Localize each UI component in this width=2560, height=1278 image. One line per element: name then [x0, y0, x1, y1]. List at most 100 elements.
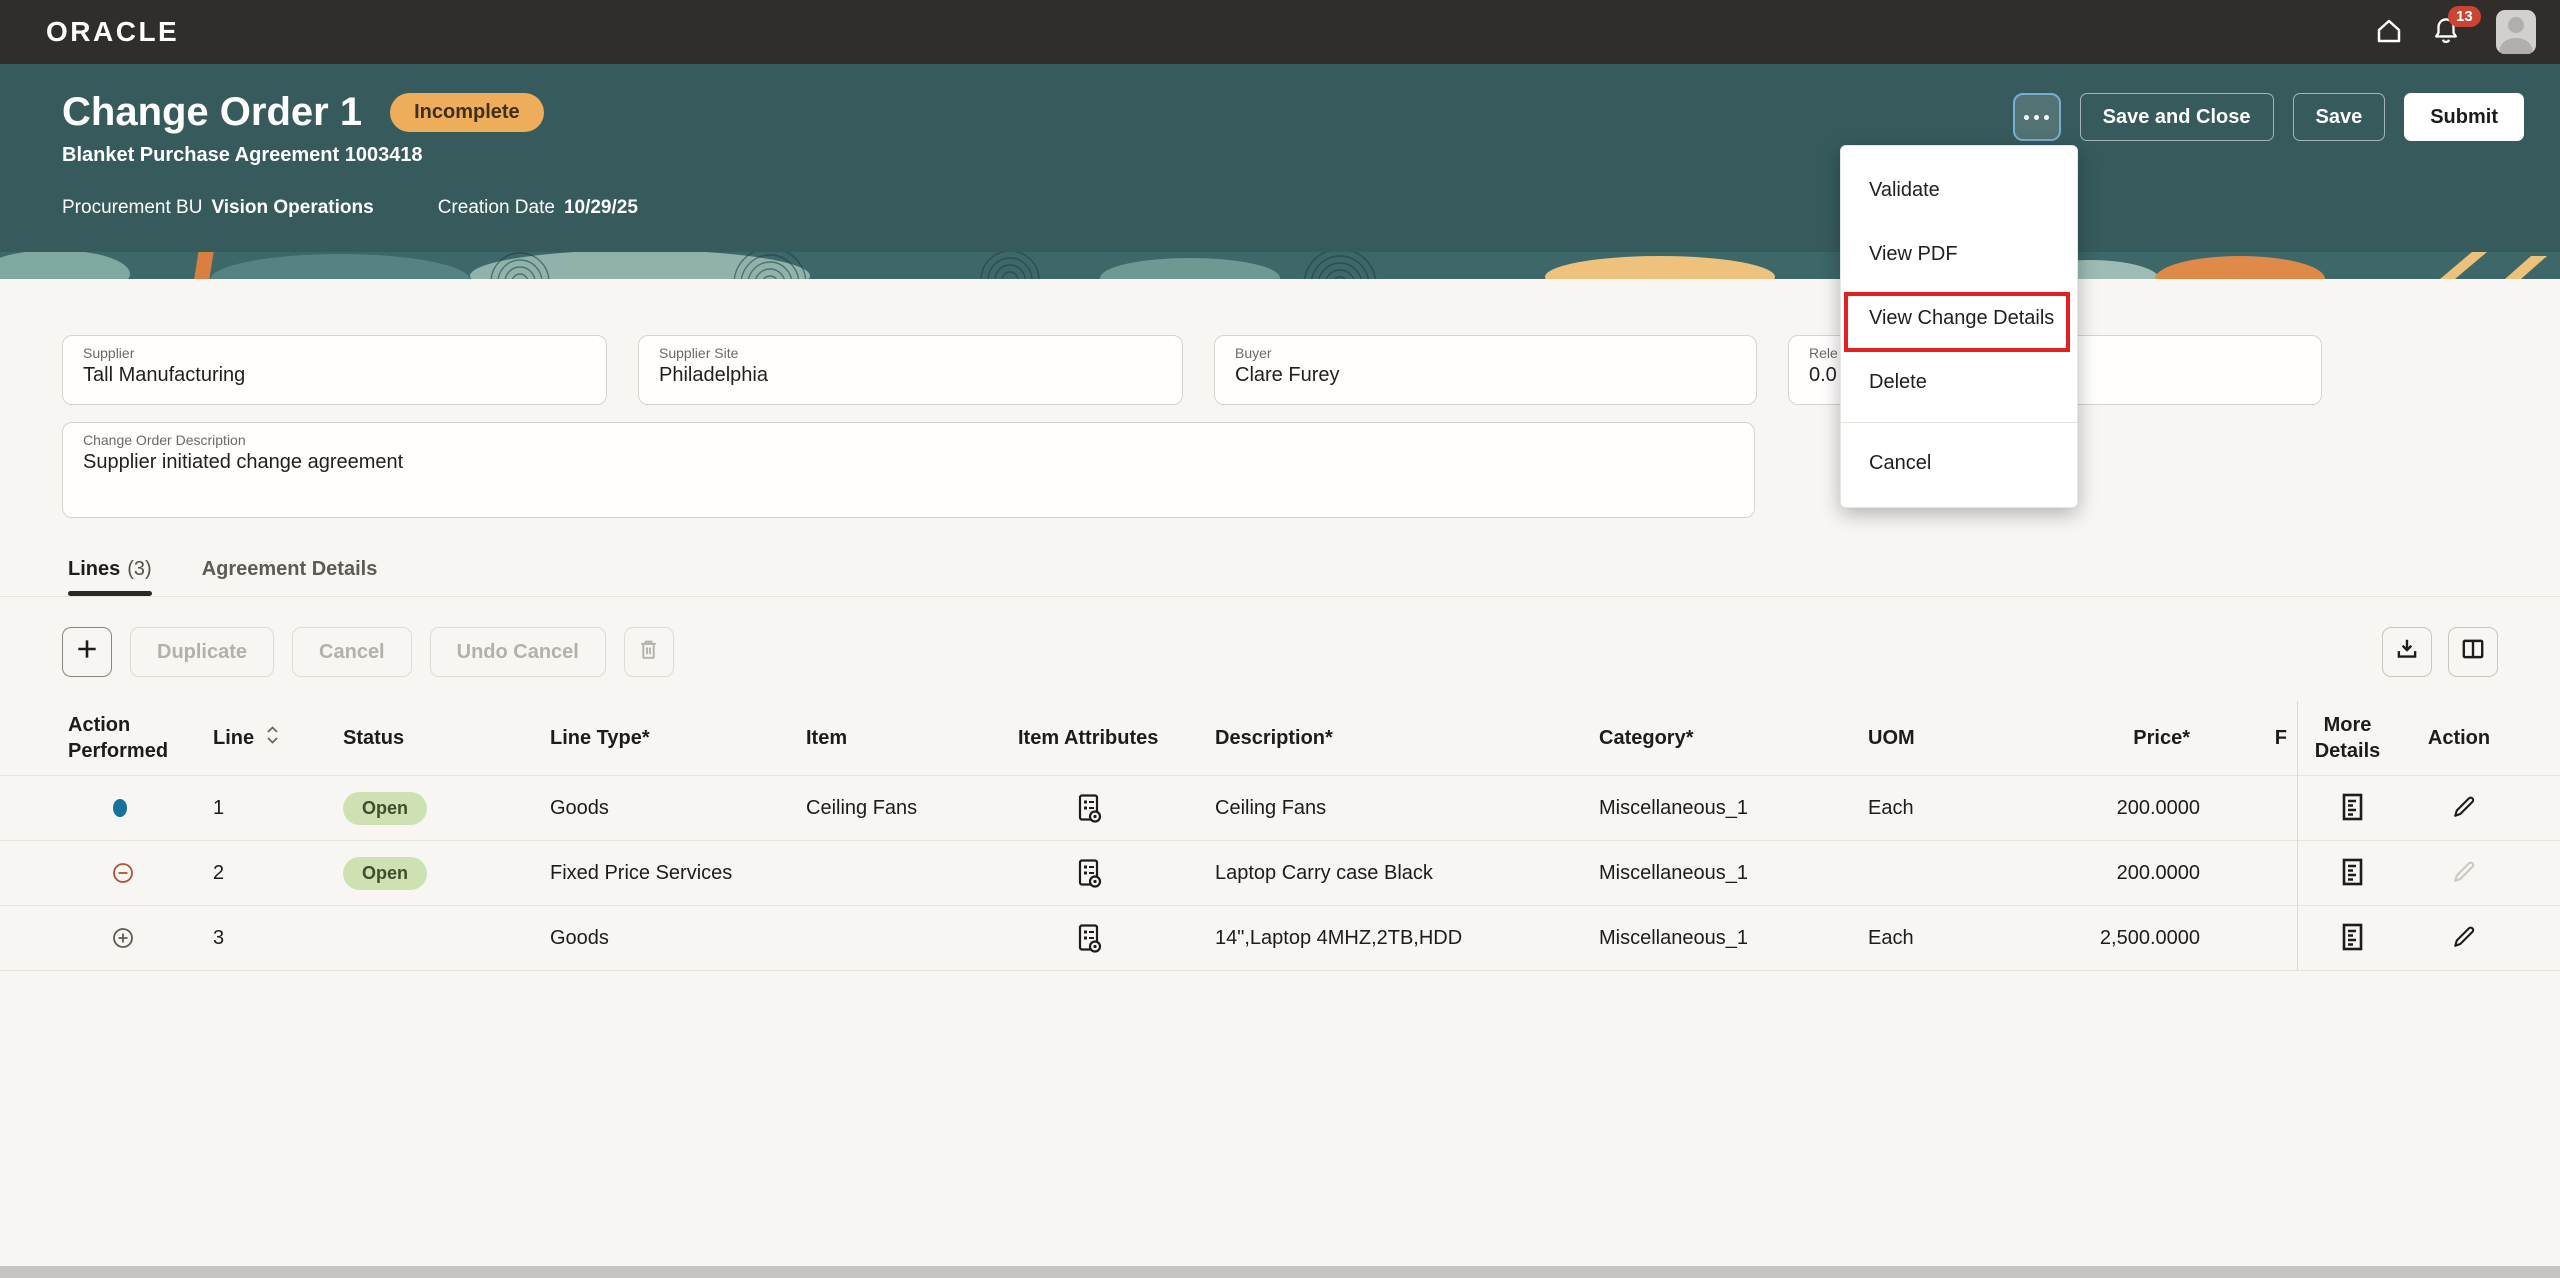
menu-item-validate[interactable]: Validate	[1841, 158, 2077, 222]
horizontal-scrollbar[interactable]	[0, 1266, 2560, 1278]
delete-line-button[interactable]	[624, 627, 674, 677]
col-action: Action	[2408, 725, 2520, 751]
menu-item-delete[interactable]: Delete	[1841, 350, 2077, 414]
add-icon	[74, 636, 100, 668]
sort-icon[interactable]	[264, 724, 281, 753]
columns-icon	[2460, 636, 2486, 668]
item-attributes-icon[interactable]	[1076, 923, 1103, 953]
description: Laptop Carry case Black	[1215, 862, 1599, 885]
page-header: Change Order 1 Incomplete Blanket Purcha…	[0, 64, 2560, 279]
edit-line-button-disabled[interactable]	[2450, 858, 2478, 889]
edit-line-button[interactable]	[2450, 923, 2478, 954]
tab-lines[interactable]: Lines(3)	[68, 558, 152, 596]
home-button[interactable]	[2374, 16, 2404, 49]
price: 200.0000	[2000, 797, 2200, 820]
more-details-button[interactable]	[2340, 857, 2365, 890]
lines-toolbar: Duplicate Cancel Undo Cancel	[62, 627, 2498, 677]
change-order-description-field[interactable]: Change Order Description Supplier initia…	[62, 422, 1755, 518]
save-and-close-button[interactable]: Save and Close	[2080, 93, 2274, 141]
menu-item-cancel[interactable]: Cancel	[1841, 431, 2077, 495]
uom: Each	[1868, 927, 2000, 950]
col-action-performed: Action Performed	[68, 712, 213, 764]
line-type: Goods	[550, 927, 806, 950]
added-icon	[112, 927, 213, 949]
table-header-row: Action Performed Line Status Line Type* …	[0, 701, 2560, 776]
supplier-label: Supplier	[83, 345, 586, 361]
header-decoration	[0, 252, 2560, 279]
undo-cancel-button[interactable]: Undo Cancel	[430, 627, 606, 677]
col-line: Line	[213, 724, 343, 753]
col-description: Description*	[1215, 725, 1599, 751]
duplicate-button[interactable]: Duplicate	[130, 627, 274, 677]
table-row: 3 Goods 14",Laptop 4MHZ,2TB,HDD Miscella…	[0, 906, 2560, 971]
supplier-site-label: Supplier Site	[659, 345, 1162, 361]
col-more-details: More Details	[2297, 712, 2408, 764]
price: 200.0000	[2000, 862, 2200, 885]
category: Miscellaneous_1	[1599, 927, 1868, 950]
trash-icon	[636, 636, 661, 668]
more-details-button[interactable]	[2340, 792, 2365, 825]
description: 14",Laptop 4MHZ,2TB,HDD	[1215, 927, 1599, 950]
buyer-label: Buyer	[1235, 345, 1736, 361]
notification-count-badge: 13	[2448, 6, 2481, 27]
page-title: Change Order 1	[62, 90, 362, 134]
menu-item-view-change-details[interactable]: View Change Details	[1841, 286, 2077, 350]
add-line-button[interactable]	[62, 627, 112, 677]
manage-columns-button[interactable]	[2448, 627, 2498, 677]
col-partial: F	[2200, 725, 2297, 751]
edit-line-button[interactable]	[2450, 793, 2478, 824]
price: 2,500.0000	[2000, 927, 2200, 950]
col-item: Item	[806, 725, 1018, 751]
status-open-badge: Open	[343, 792, 427, 825]
lines-table: Action Performed Line Status Line Type* …	[0, 701, 2560, 971]
more-actions-icon	[2024, 115, 2049, 120]
edit-pencil-icon	[2450, 793, 2478, 824]
global-header: ORACLE 13	[0, 0, 2560, 64]
more-actions-button[interactable]	[2013, 93, 2061, 141]
col-uom: UOM	[1868, 725, 2000, 751]
table-row: 1 Open Goods Ceiling Fans Ceiling Fans M…	[0, 776, 2560, 841]
item-attributes-icon[interactable]	[1076, 858, 1103, 888]
more-details-button[interactable]	[2340, 922, 2365, 955]
buyer-field[interactable]: Buyer Clare Furey	[1214, 335, 1757, 405]
description: Ceiling Fans	[1215, 797, 1599, 820]
menu-item-view-pdf[interactable]: View PDF	[1841, 222, 2077, 286]
supplier-field[interactable]: Supplier Tall Manufacturing	[62, 335, 607, 405]
supplier-site-field[interactable]: Supplier Site Philadelphia	[638, 335, 1183, 405]
meta-value-procurement-bu: Vision Operations	[211, 197, 373, 219]
tabs-divider	[0, 596, 2560, 597]
item-attributes-icon[interactable]	[1076, 793, 1103, 823]
modified-dot-icon	[112, 798, 213, 818]
item: Ceiling Fans	[806, 797, 1018, 820]
tab-bar: Lines(3) Agreement Details	[68, 558, 2560, 596]
supplier-value: Tall Manufacturing	[83, 364, 586, 387]
export-button[interactable]	[2382, 627, 2432, 677]
canceled-icon	[112, 862, 213, 884]
category: Miscellaneous_1	[1599, 797, 1868, 820]
cancel-line-button[interactable]: Cancel	[292, 627, 412, 677]
line-number: 1	[213, 797, 343, 820]
header-fields: Supplier Tall Manufacturing Supplier Sit…	[62, 335, 2560, 405]
save-button[interactable]: Save	[2293, 93, 2386, 141]
sticky-columns-divider	[2297, 701, 2298, 971]
category: Miscellaneous_1	[1599, 862, 1868, 885]
avatar[interactable]	[2496, 10, 2536, 54]
col-status: Status	[343, 725, 550, 751]
notifications-button[interactable]: 13	[2432, 16, 2460, 49]
col-price: Price*	[2000, 725, 2200, 751]
submit-button[interactable]: Submit	[2404, 93, 2524, 141]
description-label: Change Order Description	[83, 432, 1734, 448]
menu-divider	[1841, 422, 2077, 423]
edit-pencil-icon	[2450, 858, 2478, 889]
page: { "topbar": { "logo": "ORACLE", "notific…	[0, 0, 2560, 1278]
more-details-icon	[2340, 922, 2365, 955]
meta-value-creation-date: 10/29/25	[564, 197, 638, 219]
line-type: Fixed Price Services	[550, 862, 806, 885]
edit-pencil-icon	[2450, 923, 2478, 954]
download-icon	[2394, 636, 2420, 668]
line-number: 2	[213, 862, 343, 885]
tab-agreement-details[interactable]: Agreement Details	[202, 558, 378, 596]
table-row: 2 Open Fixed Price Services Laptop Carry…	[0, 841, 2560, 906]
more-details-icon	[2340, 857, 2365, 890]
lines-count: (3)	[127, 558, 151, 580]
